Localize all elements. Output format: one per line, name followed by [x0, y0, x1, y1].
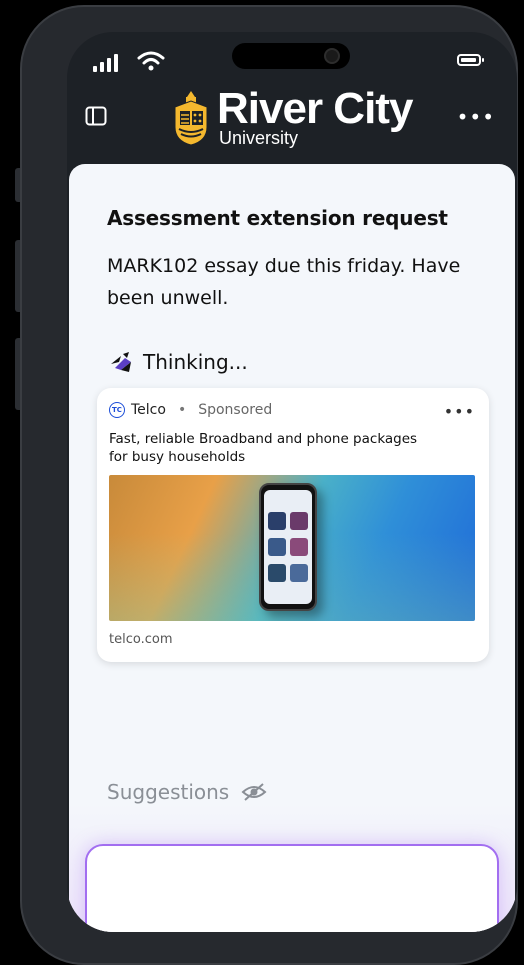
brand-name: River City	[217, 84, 413, 133]
thinking-label: Thinking...	[143, 350, 248, 374]
university-logo-icon	[174, 91, 208, 146]
request-body: MARK102 essay due this friday. Have been…	[107, 255, 461, 309]
ad-headline: Fast, reliable Broadband and phone packa…	[109, 431, 418, 465]
sponsored-ad-card[interactable]: TC Telco • Sponsored ••• Fast, reliable …	[97, 388, 489, 662]
signal-icon	[93, 54, 118, 72]
thinking-status: Thinking...	[107, 348, 248, 376]
camera-icon	[324, 48, 340, 64]
ad-more-options-icon[interactable]: •••	[444, 402, 475, 421]
brand-header: River City University	[171, 84, 427, 150]
ad-url[interactable]: telco.com	[109, 632, 172, 647]
brand-text: River City University	[217, 84, 427, 150]
message-composer[interactable]	[85, 844, 499, 932]
screen-tile	[268, 564, 286, 582]
screen-tile	[268, 512, 286, 530]
screen-tile	[290, 564, 308, 582]
battery-icon	[457, 54, 484, 66]
phone-product-image	[259, 483, 317, 611]
screen-tile	[268, 538, 286, 556]
more-options-icon[interactable]: •••	[457, 107, 495, 127]
dynamic-island	[232, 43, 350, 69]
ad-header: TC Telco • Sponsored	[109, 402, 272, 418]
eye-slash-icon[interactable]	[241, 782, 267, 802]
ad-image[interactable]	[109, 475, 475, 621]
wifi-icon	[137, 51, 165, 71]
phone-screen: River City University ••• Assessment ext…	[67, 32, 517, 932]
screen-tile	[290, 512, 308, 530]
suggestions-header: Suggestions	[107, 780, 267, 804]
ad-separator: •	[177, 402, 187, 418]
ad-sponsored-label: Sponsored	[198, 402, 273, 418]
request-title: Assessment extension request	[107, 206, 448, 230]
phone-product-screen	[264, 490, 312, 604]
brand-subtitle: University	[219, 128, 299, 148]
sidebar-toggle-icon[interactable]	[85, 106, 107, 126]
suggestions-label: Suggestions	[107, 780, 230, 804]
thinking-spinner-icon	[111, 352, 131, 372]
chat-content: Assessment extension request MARK102 ess…	[69, 164, 515, 932]
ad-advertiser[interactable]: Telco	[131, 402, 166, 418]
telco-logo-icon: TC	[109, 402, 125, 418]
screen-tile	[290, 538, 308, 556]
phone-frame: River City University ••• Assessment ext…	[20, 5, 518, 965]
